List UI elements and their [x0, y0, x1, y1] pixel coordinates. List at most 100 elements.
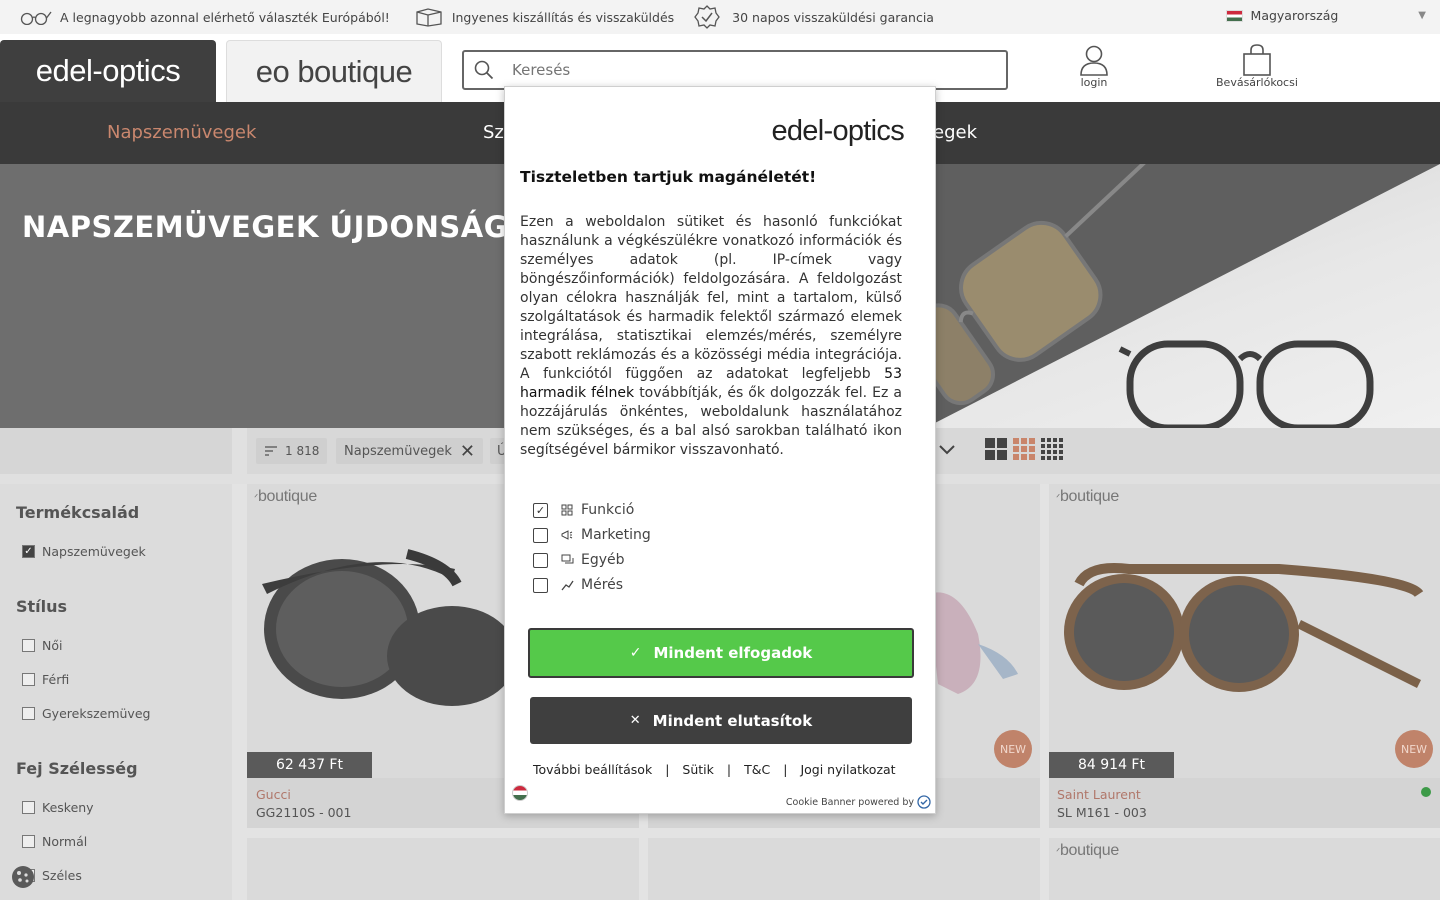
- body-text-start: Ezen a weboldalon sütiket és hasonló fun…: [520, 214, 902, 382]
- filter-option-label: Napszemüvegek: [42, 544, 146, 559]
- dialog-title: Tiszteletben tartjuk magánéletét!: [520, 168, 817, 186]
- filter-option-normal[interactable]: Normál: [22, 834, 87, 849]
- cookie-settings-icon[interactable]: [10, 864, 36, 890]
- login-button[interactable]: login: [1078, 44, 1110, 89]
- cart-button[interactable]: Bevásárlókocsi: [1216, 44, 1298, 89]
- option-other[interactable]: Egyéb: [533, 552, 625, 568]
- product-brand: Gucci: [256, 787, 291, 802]
- filter-sidebar: Termékcsalád ✓ Napszemüvegek Stílus Női F…: [0, 484, 232, 900]
- search-box[interactable]: [462, 50, 1008, 90]
- shopping-bag-icon: [1243, 44, 1271, 76]
- price-tag: 62 437 Ft: [247, 752, 372, 778]
- sort-chevron-icon[interactable]: [938, 442, 956, 461]
- filter-option-label: Széles: [42, 868, 82, 883]
- reject-label: Mindent elutasítok: [652, 711, 813, 730]
- link-separator: |: [783, 762, 788, 777]
- product-card[interactable]: [247, 838, 639, 900]
- nav-item-second[interactable]: Sz: [483, 122, 504, 143]
- filter-title-family: Termékcsalád: [16, 503, 140, 522]
- product-card[interactable]: [648, 838, 1040, 900]
- product-card-footer[interactable]: Saint Laurent SL M161 - 003: [1049, 778, 1440, 828]
- product-card[interactable]: ᐟboutique: [1049, 838, 1440, 900]
- checkbox[interactable]: [533, 577, 548, 593]
- chevron-down-icon: ▼: [1418, 10, 1426, 21]
- product-model: GG2110S - 001: [256, 805, 352, 820]
- close-icon: ✕: [629, 713, 641, 728]
- info-selection: A legnagyobb azonnal elérhető választék …: [20, 9, 390, 25]
- cookies-link[interactable]: Sütik: [682, 762, 713, 777]
- legal-link[interactable]: Jogi nyilatkozat: [800, 762, 895, 777]
- accept-label: Mindent elfogadok: [653, 644, 813, 662]
- checkbox-checked[interactable]: ✓: [22, 545, 35, 558]
- checkbox[interactable]: [533, 527, 548, 543]
- shield-check-icon: [917, 795, 931, 809]
- filter-option-label: Keskeny: [42, 800, 94, 815]
- accept-all-button[interactable]: ✓ Mindent elfogadok: [528, 628, 914, 678]
- product-brand: Saint Laurent: [1057, 787, 1141, 802]
- grid-4-icon[interactable]: [1041, 438, 1063, 460]
- hero-title: NAPSZEMÜVEGEK ÚJDONSÁGO: [22, 210, 534, 244]
- tab-eo-boutique[interactable]: eo boutique: [226, 40, 442, 102]
- more-settings-link[interactable]: További beállítások: [533, 762, 652, 777]
- filter-count: 1 818: [285, 444, 320, 458]
- grid-2-icon[interactable]: [985, 438, 1007, 460]
- filter-option-label: Férfi: [42, 672, 70, 687]
- checkbox[interactable]: [22, 801, 35, 814]
- tab-edel-optics[interactable]: edel-optics: [0, 40, 216, 102]
- checkbox[interactable]: [22, 707, 35, 720]
- option-function[interactable]: ✓ Funkció: [533, 502, 634, 518]
- filter-option-narrow[interactable]: Keskeny: [22, 800, 94, 815]
- filter-option-men[interactable]: Férfi: [22, 672, 69, 687]
- info-selection-text: A legnagyobb azonnal elérhető választék …: [60, 9, 390, 25]
- filter-count-chip[interactable]: 1 818: [256, 438, 328, 464]
- badge-check-icon: [694, 5, 720, 29]
- filter-option-sunglasses[interactable]: ✓ Napszemüvegek: [22, 544, 146, 559]
- info-shipping: Ingyenes kiszállítás és visszaküldés: [414, 7, 674, 27]
- dialog-links: További beállítások | Sütik | T&C | Jogi…: [533, 762, 896, 777]
- link-separator: |: [665, 762, 670, 777]
- checkbox[interactable]: [22, 673, 35, 686]
- in-stock-dot-icon: [1421, 787, 1431, 797]
- option-label: Mérés: [581, 577, 624, 593]
- cart-label: Bevásárlókocsi: [1216, 76, 1298, 89]
- grid-view-switcher: [985, 438, 1063, 460]
- country-selector[interactable]: Magyarország ▼: [1225, 8, 1426, 23]
- chart-line-icon: [560, 578, 574, 592]
- close-icon[interactable]: ✕: [460, 441, 475, 462]
- checkbox-checked[interactable]: ✓: [533, 502, 548, 518]
- info-guarantee-text: 30 napos visszaküldési garancia: [732, 9, 934, 25]
- checkbox[interactable]: [22, 835, 35, 848]
- checkbox[interactable]: [22, 639, 35, 652]
- grid-3-icon[interactable]: [1013, 438, 1035, 460]
- filter-title-head-width: Fej Szélesség: [16, 759, 138, 778]
- link-separator: |: [726, 762, 732, 777]
- filter-option-women[interactable]: Női: [22, 638, 62, 653]
- powered-by[interactable]: Cookie Banner powered by: [786, 795, 931, 809]
- product-card[interactable]: ᐟboutique 84 914 Ft NEW: [1049, 484, 1440, 778]
- check-icon: ✓: [629, 645, 642, 661]
- hungary-flag-icon: [1225, 9, 1243, 22]
- price-tag: 84 914 Ft: [1049, 752, 1174, 778]
- filter-option-label: Normál: [42, 834, 88, 849]
- info-shipping-text: Ingyenes kiszállítás és visszaküldés: [451, 9, 675, 25]
- active-filter-chip[interactable]: Napszemüvegek ✕: [336, 438, 484, 464]
- reject-all-button[interactable]: ✕ Mindent elutasítok: [530, 697, 912, 744]
- new-badge: NEW: [994, 730, 1032, 768]
- search-input[interactable]: [512, 61, 972, 79]
- checkbox[interactable]: [533, 552, 548, 568]
- product-model: SL M161 - 003: [1057, 805, 1147, 820]
- nav-item-sunglasses[interactable]: Napszemüvegek: [107, 122, 256, 143]
- megaphone-icon: [560, 528, 574, 542]
- tc-link[interactable]: T&C: [744, 762, 770, 777]
- powered-by-label: Cookie Banner powered by: [785, 796, 914, 808]
- product-image: [1064, 563, 1424, 692]
- option-marketing[interactable]: Marketing: [533, 527, 651, 543]
- chat-icon: [560, 553, 574, 567]
- grid-icon: [560, 503, 574, 517]
- country-label: Magyarország: [1250, 8, 1339, 23]
- boutique-logo: ᐟboutique: [1056, 842, 1119, 859]
- filter-option-kids[interactable]: Gyerekszemüveg: [22, 706, 150, 721]
- option-measure[interactable]: Mérés: [533, 577, 623, 593]
- language-flag-icon[interactable]: [512, 785, 528, 801]
- nav-item-third[interactable]: egek: [933, 122, 977, 143]
